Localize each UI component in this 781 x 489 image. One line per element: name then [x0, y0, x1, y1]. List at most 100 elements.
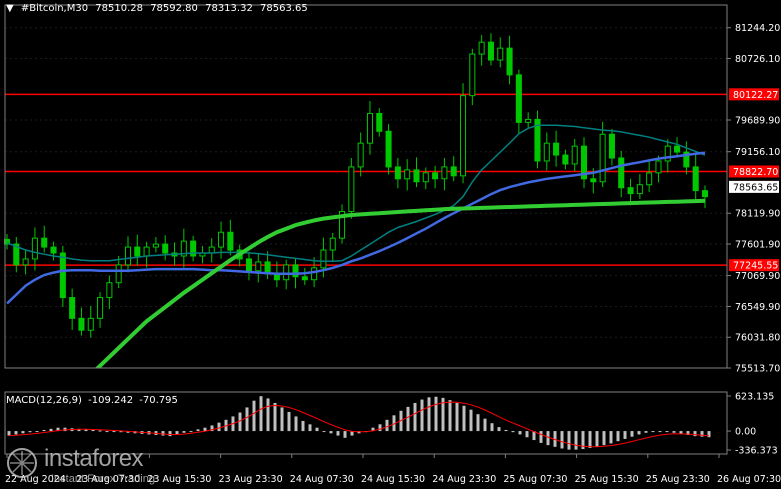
candle-body [422, 172, 429, 183]
candle-body [469, 53, 476, 97]
macd-bar [483, 418, 487, 432]
candle-body [329, 237, 336, 251]
price-tick-label: 77069.90 [735, 271, 780, 282]
candle-body [208, 246, 215, 254]
macd-bar [700, 431, 704, 437]
macd-bar [259, 396, 263, 432]
macd-bar [217, 422, 221, 432]
candle-body [543, 142, 550, 162]
open-value: 78510.28 [95, 3, 143, 14]
macd-bar [504, 429, 508, 432]
candle-body [655, 160, 662, 174]
macd-bar [196, 429, 200, 432]
macd-bar [616, 431, 620, 442]
macd-main-value: -109.242 [88, 395, 134, 406]
candle-body [357, 142, 364, 168]
macd-bar [14, 431, 18, 435]
macd-bar [294, 416, 298, 432]
time-tick-label: 24 Aug 15:30 [361, 474, 425, 485]
candle-body [599, 133, 606, 183]
candle-body [618, 157, 625, 189]
candles [3, 33, 709, 338]
macd-bar [7, 431, 11, 436]
macd-bar [560, 431, 564, 449]
macd-signal-value: -70.795 [139, 395, 178, 406]
macd-bar [518, 431, 522, 435]
macd-bar [161, 431, 165, 436]
candle-body [320, 249, 327, 269]
price-tick-label: 80726.10 [735, 54, 780, 65]
macd-bar [490, 423, 494, 432]
candle-body [311, 267, 318, 281]
time-tick-label: 24 Aug 23:30 [432, 474, 496, 485]
macd-bar [329, 431, 333, 434]
price-tick-label: 78119.90 [735, 209, 780, 220]
macd-bar [672, 431, 676, 433]
macd-name: MACD(12,26,9) [6, 395, 82, 406]
macd-bar [112, 431, 116, 433]
current-price-label: 78563.65 [733, 182, 778, 193]
candle-body [562, 154, 569, 165]
candle-body [41, 237, 48, 248]
macd-bar [280, 407, 284, 432]
price-tick-label: 81244.20 [735, 23, 780, 34]
macd-bar [455, 402, 459, 432]
macd-bar [413, 402, 417, 432]
macd-bar [448, 400, 452, 432]
candle-body [69, 297, 76, 319]
candle-body [59, 252, 66, 299]
candle-body [525, 118, 532, 123]
low-value: 78313.32 [205, 3, 253, 14]
macd-bar [602, 431, 606, 446]
candle-body [432, 172, 439, 180]
macd-bar [182, 431, 186, 433]
macd-bar [476, 414, 480, 432]
macd-bar [21, 431, 25, 434]
macd-bar [308, 424, 312, 432]
candle-body [441, 166, 448, 180]
macd-bar [434, 396, 438, 432]
candle-body [394, 166, 401, 180]
candle-body [22, 258, 29, 266]
macd-bar [539, 431, 543, 443]
macd-bar [189, 431, 193, 433]
candle-body [348, 166, 355, 212]
macd-bar [98, 430, 102, 432]
watermark-sub: Instant Forex Trading [51, 473, 155, 485]
candle-body [366, 112, 373, 144]
macd-bar [168, 431, 172, 437]
macd-bar [707, 431, 711, 438]
dropdown-arrow-icon[interactable]: ▼ [6, 3, 14, 14]
macd-bar [378, 424, 382, 432]
ma-slow-line [94, 198, 706, 368]
candle-body [460, 95, 467, 177]
macd-bar [427, 397, 431, 432]
candle-body [78, 317, 85, 331]
time-tick-label: 24 Aug 07:30 [290, 474, 354, 485]
candle-body [301, 276, 308, 281]
macd-bar [287, 411, 291, 432]
price-tick-label: 79689.90 [735, 116, 780, 127]
macd-bar [588, 431, 592, 448]
macd-bar [623, 431, 627, 439]
macd-bar [609, 431, 613, 444]
candle-body [450, 166, 457, 177]
candle-body [134, 246, 141, 257]
macd-bar [658, 431, 662, 433]
macd-bar [525, 431, 529, 438]
close-value: 78563.65 [260, 3, 308, 14]
candle-body [50, 246, 57, 254]
candle-body [553, 142, 560, 156]
price-chart[interactable]: 80122.27 78822.70 77245.55 78563.65 81244.2… [0, 0, 781, 489]
candle-body [515, 74, 522, 123]
candle-body [497, 47, 504, 61]
macd-bar [385, 419, 389, 432]
macd-bar [406, 406, 410, 432]
candle-body [143, 246, 150, 257]
macd-bar [693, 431, 697, 437]
chart-grid [5, 27, 727, 369]
candle-body [692, 166, 699, 192]
macd-bar [266, 398, 270, 432]
macd-bar [567, 431, 571, 450]
macd-bar [245, 407, 249, 432]
